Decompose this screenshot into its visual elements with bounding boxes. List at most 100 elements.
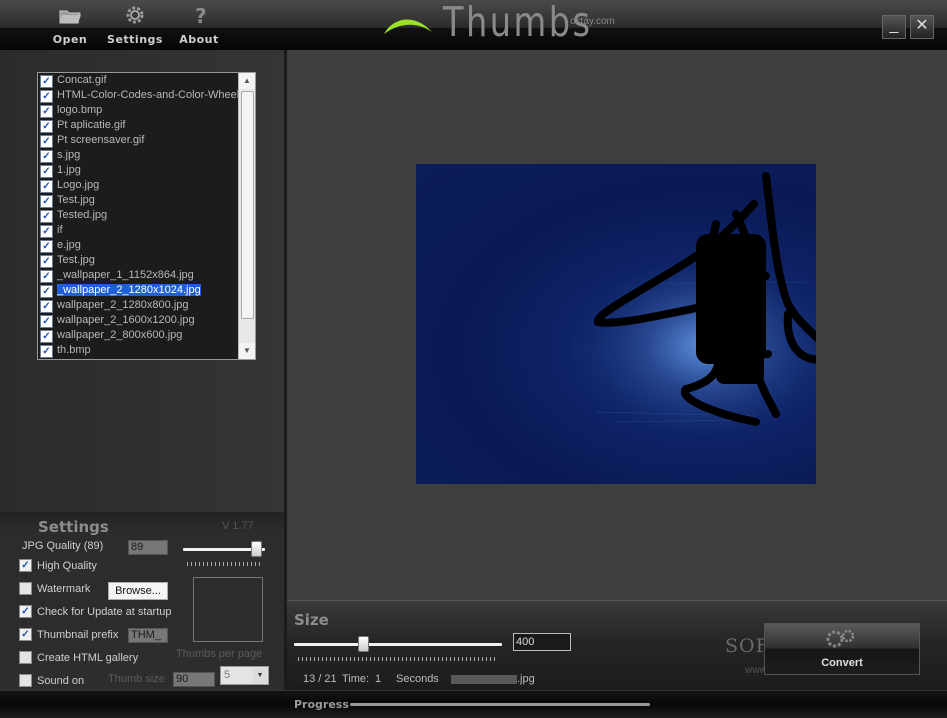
convert-button[interactable]: Convert bbox=[764, 623, 920, 675]
file-list-item[interactable]: ✓ 1.jpg bbox=[38, 163, 255, 178]
file-name: _wallpaper_1_1152x864.jpg bbox=[57, 269, 194, 281]
size-slider[interactable] bbox=[294, 643, 502, 646]
scroll-thumb[interactable] bbox=[241, 91, 254, 319]
file-checkbox[interactable]: ✓ bbox=[40, 90, 53, 103]
file-list-item[interactable]: ✓ wallpaper_2_1600x1200.jpg bbox=[38, 313, 255, 328]
file-checkbox[interactable]: ✓ bbox=[40, 75, 53, 88]
file-list-item[interactable]: ✓ e.jpg bbox=[38, 238, 255, 253]
file-list-item[interactable]: ✓ logo.bmp bbox=[38, 103, 255, 118]
file-list-item[interactable]: ✓ Concat.gif bbox=[38, 73, 255, 88]
file-checkbox[interactable]: ✓ bbox=[40, 240, 53, 253]
file-checkbox[interactable]: ✓ bbox=[40, 135, 53, 148]
open-button[interactable]: Open bbox=[42, 0, 98, 50]
file-checkbox[interactable]: ✓ bbox=[40, 330, 53, 343]
file-list-item[interactable]: ✓ Logo.jpg bbox=[38, 178, 255, 193]
file-list-item[interactable]: ✓ th.bmp bbox=[38, 343, 255, 358]
seconds-label: Seconds bbox=[396, 673, 439, 685]
scroll-up-icon[interactable]: ▲ bbox=[239, 73, 255, 89]
file-name: Pt aplicatie.gif bbox=[57, 119, 126, 131]
settings-button[interactable]: Settings bbox=[107, 0, 163, 50]
create-gallery-checkbox[interactable]: ✓ bbox=[19, 651, 32, 664]
high-quality-checkbox[interactable]: ✓ bbox=[19, 559, 32, 572]
file-name: Test.jpg bbox=[57, 254, 95, 266]
app-site: oktay.com bbox=[570, 16, 615, 27]
size-input[interactable]: 400 bbox=[513, 633, 571, 651]
jpg-quality-slider-knob[interactable] bbox=[250, 541, 262, 557]
about-button[interactable]: ? About bbox=[171, 0, 227, 50]
thumb-prefix-field[interactable]: THM_ bbox=[128, 628, 168, 643]
file-checkbox[interactable]: ✓ bbox=[40, 315, 53, 328]
jpg-quality-ticks bbox=[187, 562, 261, 566]
browse-button[interactable]: Browse... bbox=[108, 582, 168, 600]
file-checkbox[interactable]: ✓ bbox=[40, 150, 53, 163]
file-name: Logo.jpg bbox=[57, 179, 100, 191]
file-counter: 13 / 21 bbox=[303, 673, 337, 685]
file-checkbox[interactable]: ✓ bbox=[40, 270, 53, 283]
minimize-button[interactable]: _ bbox=[882, 15, 906, 39]
thumb-size-field[interactable]: 90 bbox=[173, 672, 215, 687]
file-checkbox[interactable]: ✓ bbox=[40, 225, 53, 238]
watermark-preview bbox=[193, 577, 263, 642]
chevron-down-icon[interactable]: ▼ bbox=[253, 668, 267, 683]
file-list-scrollbar[interactable]: ▲ ▼ bbox=[238, 73, 255, 359]
file-checkbox[interactable]: ✓ bbox=[40, 210, 53, 223]
current-file-ext: .jpg bbox=[517, 673, 535, 685]
file-name: th.bmp bbox=[57, 344, 91, 356]
file-list-item[interactable]: ✓ wallpaper_2_1280x800.jpg bbox=[38, 298, 255, 313]
jpg-quality-label: JPG Quality (89) bbox=[22, 540, 104, 552]
close-button[interactable]: ✕ bbox=[910, 15, 934, 39]
file-list-item[interactable]: ✓ Test.jpg bbox=[38, 193, 255, 208]
file-list-item[interactable]: ✓ Tested.jpg bbox=[38, 208, 255, 223]
file-name: wallpaper_2_1600x1200.jpg bbox=[57, 314, 195, 326]
file-list-item[interactable]: ✓ if bbox=[38, 223, 255, 238]
file-checkbox[interactable]: ✓ bbox=[40, 165, 53, 178]
size-panel: Size 400 13 / 21 Time: 1 Seconds .jpg SO… bbox=[287, 600, 947, 691]
watermark-label: Watermark bbox=[37, 583, 91, 595]
scroll-down-icon[interactable]: ▼ bbox=[239, 343, 255, 359]
gear-icon bbox=[126, 6, 144, 24]
settings-title: Settings bbox=[38, 518, 109, 536]
file-list-item[interactable]: ✓ Pt aplicatie.gif bbox=[38, 118, 255, 133]
about-label: About bbox=[179, 33, 219, 46]
svg-text:?: ? bbox=[195, 4, 207, 26]
file-checkbox[interactable]: ✓ bbox=[40, 300, 53, 313]
thumbs-per-page-select[interactable]: 5 ▼ bbox=[220, 666, 269, 685]
settings-label: Settings bbox=[107, 33, 163, 46]
thumbs-per-page-label: Thumbs per page bbox=[176, 648, 263, 660]
file-checkbox[interactable]: ✓ bbox=[40, 255, 53, 268]
file-checkbox[interactable]: ✓ bbox=[40, 105, 53, 118]
sound-checkbox[interactable]: ✓ bbox=[19, 674, 32, 687]
file-name: if bbox=[57, 224, 63, 236]
preview-artwork bbox=[416, 164, 816, 484]
file-name: HTML-Color-Codes-and-Color-Wheel.gif bbox=[57, 89, 254, 101]
file-list-item[interactable]: ✓ Test.jpg bbox=[38, 253, 255, 268]
file-checkbox[interactable]: ✓ bbox=[40, 285, 53, 298]
check-update-checkbox[interactable]: ✓ bbox=[19, 605, 32, 618]
jpg-quality-field[interactable]: 89 bbox=[128, 540, 168, 555]
file-checkbox[interactable]: ✓ bbox=[40, 195, 53, 208]
size-slider-knob[interactable] bbox=[357, 636, 369, 652]
file-checkbox[interactable]: ✓ bbox=[40, 180, 53, 193]
file-list-item[interactable]: ✓ _wallpaper_1_1152x864.jpg bbox=[38, 268, 255, 283]
file-name: Tested.jpg bbox=[57, 209, 108, 221]
file-checkbox[interactable]: ✓ bbox=[40, 345, 53, 358]
version-label: V 1.77 bbox=[222, 520, 254, 532]
file-name: _wallpaper_2_1280x1024.jpg bbox=[57, 284, 201, 296]
check-update-label: Check for Update at startup bbox=[37, 606, 172, 618]
file-list[interactable]: ✓ Concat.gif ✓ HTML-Color-Codes-and-Color-W… bbox=[37, 72, 256, 360]
file-list-item[interactable]: ✓ HTML-Color-Codes-and-Color-Wheel.gif bbox=[38, 88, 255, 103]
file-name: Pt screensaver.gif bbox=[57, 134, 145, 146]
top-toolbar: Open Settings ? About Thumbs oktay.com _… bbox=[0, 0, 947, 50]
file-list-item[interactable]: ✓ Pt screensaver.gif bbox=[38, 133, 255, 148]
watermark-checkbox[interactable]: ✓ bbox=[19, 582, 32, 595]
sound-label: Sound on bbox=[37, 675, 85, 687]
folder-icon bbox=[59, 10, 81, 24]
file-list-item[interactable]: ✓ s.jpg bbox=[38, 148, 255, 163]
file-list-item[interactable]: ✓ _wallpaper_2_1280x1024.jpg bbox=[38, 283, 255, 298]
thumb-prefix-checkbox[interactable]: ✓ bbox=[19, 628, 32, 641]
file-list-item[interactable]: ✓ wallpaper_2_800x600.jpg bbox=[38, 328, 255, 343]
file-name: logo.bmp bbox=[57, 104, 103, 116]
file-checkbox[interactable]: ✓ bbox=[40, 120, 53, 133]
bottom-bar: Progress bbox=[0, 690, 947, 718]
time-value: 1 bbox=[375, 673, 382, 685]
